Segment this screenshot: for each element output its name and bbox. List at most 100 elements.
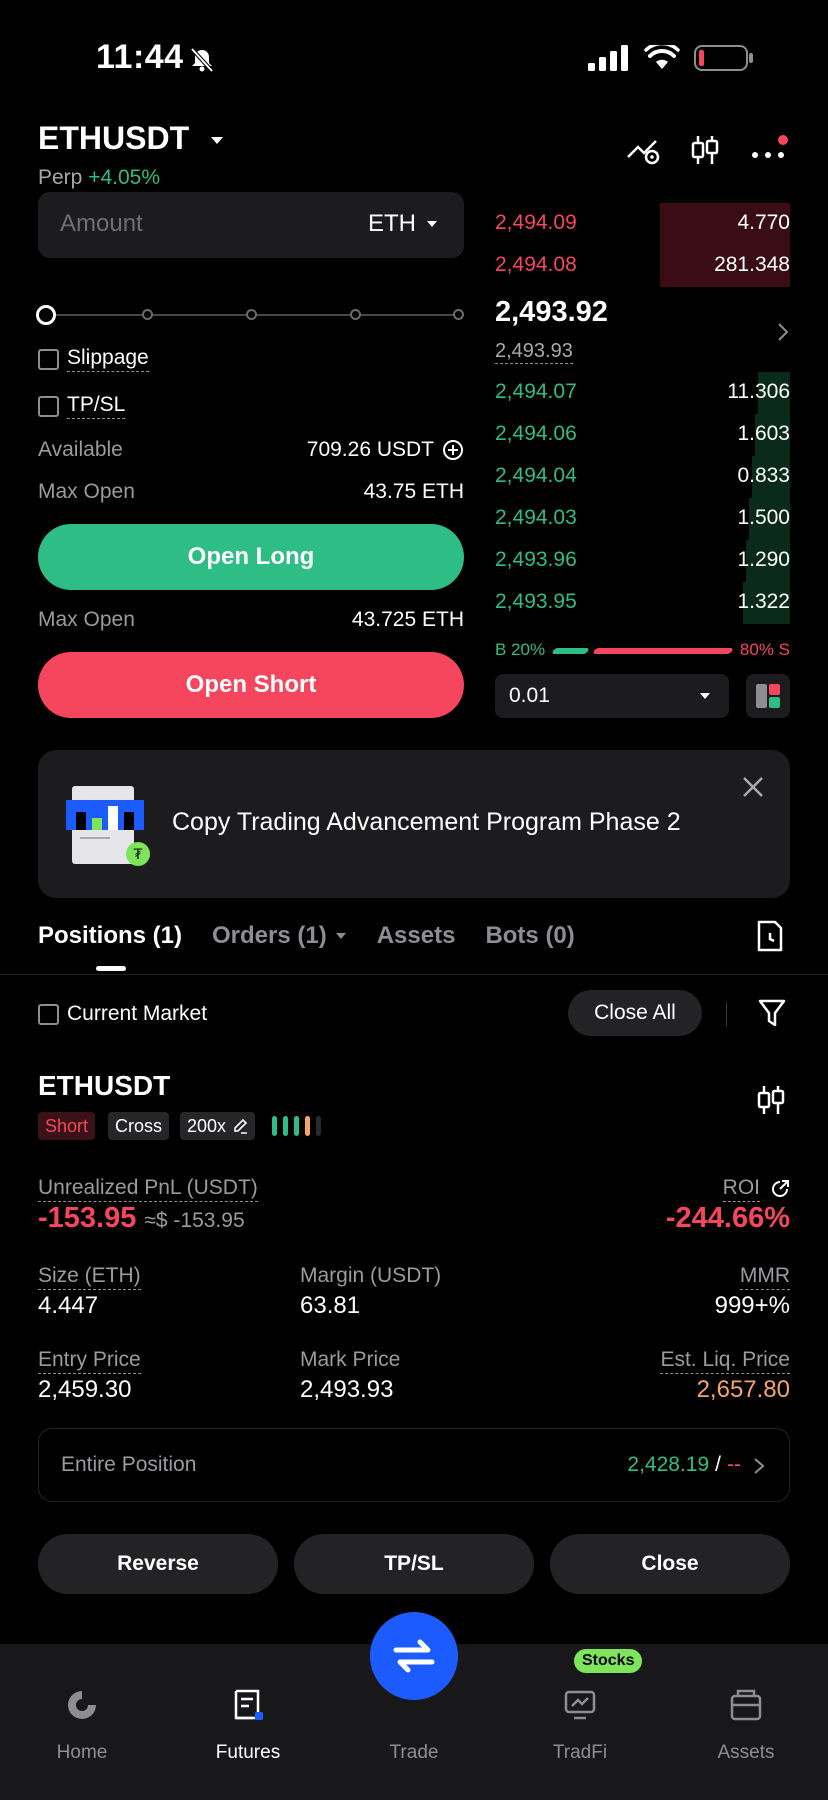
bid-row[interactable]: 2,494.04 0.833 [495,456,790,498]
order-price: 2,494.04 [495,464,577,487]
tpsl-button[interactable]: TP/SL [294,1534,534,1594]
available-balance: 709.26 USDT [307,438,464,462]
tab-assets[interactable]: Assets [377,922,456,950]
tab-orders[interactable]: Orders (1) [212,922,347,950]
nav-futures[interactable]: Futures [178,1688,318,1764]
tpsl-checkbox[interactable] [38,395,59,417]
bid-row[interactable]: 2,494.07 11.306 [495,372,790,414]
tabs-divider [0,974,828,975]
nav-home[interactable]: Home [12,1688,152,1764]
stocks-badge: Stocks [574,1649,643,1673]
more-options-icon[interactable] [750,135,790,165]
amount-input[interactable]: Amount ETH [38,192,464,258]
symbol-selector[interactable]: ETHUSDT [38,120,226,157]
bid-row[interactable]: 2,493.96 1.290 [495,540,790,582]
chart-settings-icon[interactable] [626,135,660,165]
open-short-button[interactable]: Open Short [38,652,464,718]
battery-low-icon [694,45,753,71]
current-market-checkbox[interactable] [38,1003,59,1025]
margin-mode-badge[interactable]: Cross [108,1112,170,1140]
cellular-signal-icon [588,45,628,71]
close-icon[interactable] [742,776,764,798]
slider-step-75[interactable] [350,309,361,320]
leverage-badge[interactable]: 200x [180,1112,256,1140]
slider-step-50[interactable] [246,309,257,320]
orderbook-layout-button[interactable] [746,674,790,718]
buy-ratio: B 20% [495,640,546,659]
slippage-toggle[interactable]: Slippage [38,346,149,372]
sell-ratio: 80% S [739,640,790,659]
size-label[interactable]: Size (ETH) [38,1264,141,1290]
caret-down-icon [427,221,437,227]
pnl-value: -153.95 [38,1202,137,1234]
order-price: 2,493.96 [495,548,577,571]
tab-bots[interactable]: Bots (0) [485,922,574,950]
bid-row[interactable]: 2,494.03 1.500 [495,498,790,540]
candlestick-icon[interactable] [690,134,720,166]
promo-banner[interactable]: ₮ Copy Trading Advancement Program Phase… [38,750,790,898]
tab-positions[interactable]: Positions (1) [38,922,182,950]
take-profit-value: 2,428.19 [627,1453,710,1476]
slippage-checkbox[interactable] [38,348,59,370]
bid-row[interactable]: 2,494.06 1.603 [495,414,790,456]
current-market-filter[interactable]: Current Market [38,1002,207,1026]
ask-row[interactable]: 2,494.09 4.770 [495,203,790,245]
silent-bell-icon [190,47,214,73]
tpsl-toggle[interactable]: TP/SL [38,393,126,419]
mmr-value: 999+% [714,1292,790,1319]
last-price: 2,493.92 [495,296,608,328]
stop-loss-value: -- [727,1453,741,1476]
roi-label[interactable]: ROI [722,1176,760,1202]
caret-down-icon [700,693,710,699]
filter-icon[interactable] [758,998,786,1028]
liq-price-label[interactable]: Est. Liq. Price [660,1348,790,1374]
share-icon[interactable] [770,1179,790,1199]
ask-row[interactable]: 2,494.08 281.348 [495,245,790,287]
order-price: 2,494.03 [495,506,577,529]
order-price: 2,494.06 [495,422,577,445]
mark-price-value: 2,493.93 [300,1376,394,1403]
price-change: +4.05% [88,166,161,189]
history-document-icon[interactable] [756,920,784,952]
short-max-open-value: 43.725 ETH [351,608,464,631]
size-value: 4.447 [38,1292,99,1319]
bid-row[interactable]: 2,493.95 1.322 [495,582,790,624]
nav-tradfi[interactable]: TradFi [510,1688,650,1764]
order-qty: 11.306 [727,380,790,403]
order-price: 2,494.08 [495,253,577,276]
amount-placeholder: Amount [60,210,143,237]
separator [726,1002,727,1026]
chevron-right-icon [754,1458,765,1474]
close-all-button[interactable]: Close All [568,990,702,1036]
reverse-button[interactable]: Reverse [38,1534,278,1594]
depth-precision-select[interactable]: 0.01 [495,674,729,718]
close-position-button[interactable]: Close [550,1534,790,1594]
add-circle-icon[interactable] [442,439,464,461]
wallet-icon [730,1689,762,1721]
roi-header: ROI [722,1176,790,1202]
amount-unit-selector[interactable]: ETH [368,210,438,238]
entry-price-label[interactable]: Entry Price [38,1348,141,1374]
order-qty: 1.322 [737,590,790,613]
svg-text:₮: ₮ [134,847,143,863]
position-symbol[interactable]: ETHUSDT [38,1070,170,1102]
amount-slider-handle[interactable] [36,305,56,325]
trade-fab-button[interactable] [370,1612,458,1700]
entire-position-tpsl[interactable]: Entire Position 2,428.19 / -- [38,1428,790,1502]
candlestick-icon[interactable] [756,1084,786,1116]
nav-assets[interactable]: Assets [676,1688,816,1764]
unrealized-pnl-label[interactable]: Unrealized PnL (USDT) [38,1176,258,1202]
adl-indicator-icon [272,1116,321,1136]
wifi-icon [644,45,680,69]
long-max-open-value: 43.75 ETH [363,480,464,503]
current-market-label: Current Market [67,1002,208,1025]
available-label: Available [38,438,123,461]
slider-step-25[interactable] [142,309,153,320]
caret-down-icon [335,933,346,939]
edit-icon [234,1118,248,1134]
chevron-right-icon[interactable] [776,322,790,342]
mmr-label[interactable]: MMR [739,1264,790,1290]
slider-step-100[interactable] [453,309,464,320]
open-long-button[interactable]: Open Long [38,524,464,590]
swap-arrows-icon [393,1639,435,1673]
